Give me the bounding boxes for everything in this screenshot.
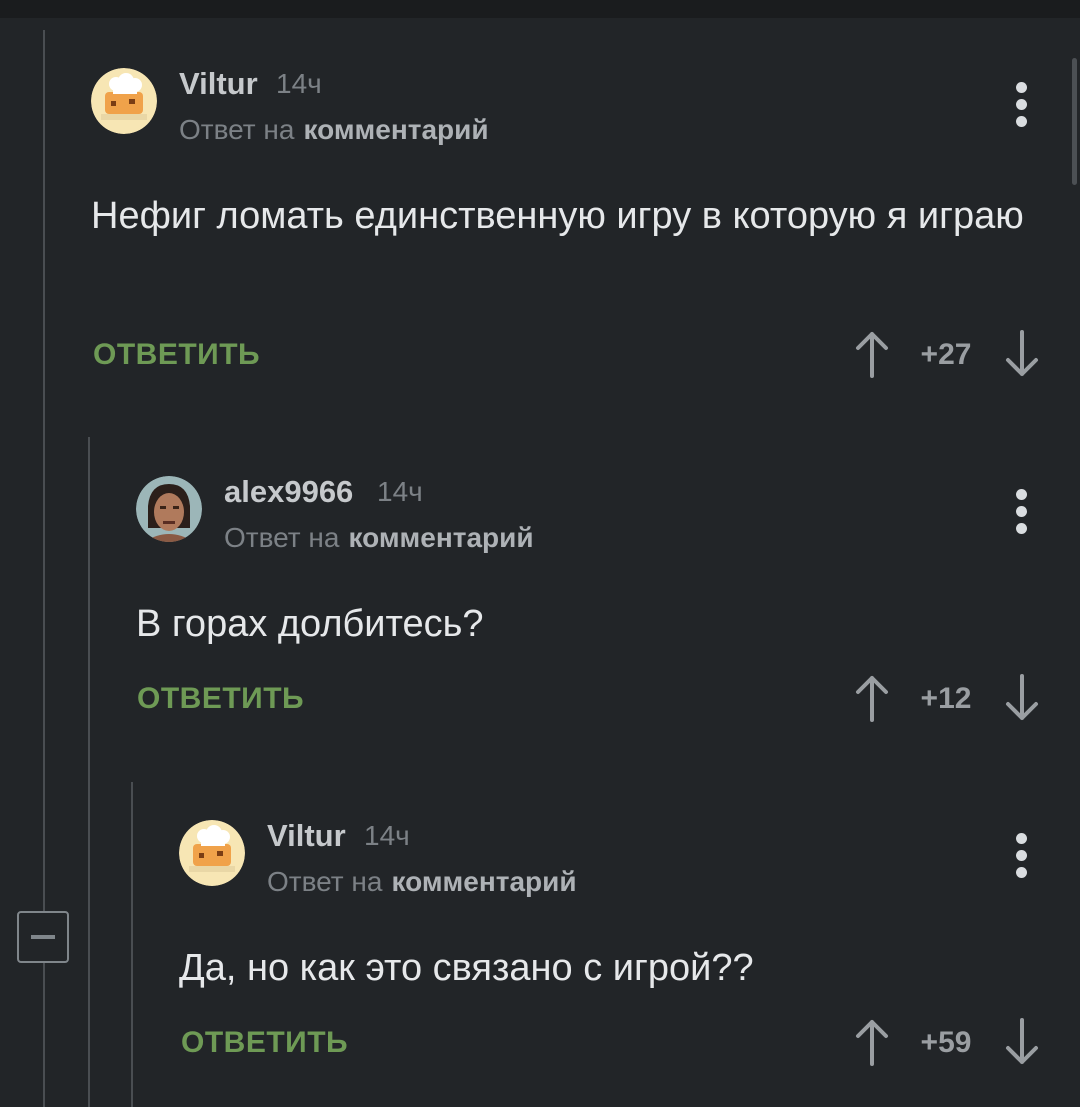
comment-score: +59 <box>920 1026 972 1059</box>
reply-button[interactable]: ОТВЕТИТЬ <box>93 338 260 372</box>
comment-text: В горах долбитесь? <box>136 603 484 645</box>
chef-avatar-icon <box>91 68 157 134</box>
comment-time: 14ч <box>276 68 322 99</box>
author-name[interactable]: Viltur <box>179 66 258 102</box>
reply-to-line: Ответ на комментарий <box>179 114 489 146</box>
avatar[interactable] <box>91 68 157 134</box>
avatar[interactable] <box>136 476 202 542</box>
arrow-up-icon <box>856 332 888 378</box>
comment-menu-button[interactable] <box>1008 483 1036 543</box>
comment-time: 14ч <box>364 820 410 851</box>
reply-to-prefix: Ответ на <box>224 522 340 553</box>
downvote-button[interactable] <box>1002 674 1042 722</box>
comment-text: Нефиг ломать единственную игру в которую… <box>91 195 1024 237</box>
user-photo-icon <box>136 476 202 542</box>
arrow-down-icon <box>1006 1018 1038 1064</box>
comment-score: +12 <box>920 682 972 715</box>
comment-menu-button[interactable] <box>1008 76 1036 136</box>
reply-to-link[interactable]: комментарий <box>303 114 488 145</box>
thread-line-level-2 <box>88 437 90 1107</box>
chef-avatar-icon <box>179 820 245 886</box>
avatar[interactable] <box>179 820 245 886</box>
reply-button[interactable]: ОТВЕТИТЬ <box>181 1026 348 1060</box>
author-name[interactable]: Viltur <box>267 818 346 854</box>
arrow-up-icon <box>856 676 888 722</box>
reply-to-prefix: Ответ на <box>179 114 295 145</box>
comment-menu-button[interactable] <box>1008 827 1036 887</box>
minus-square-icon <box>31 935 55 939</box>
arrow-down-icon <box>1006 674 1038 720</box>
collapse-thread-button[interactable] <box>17 911 69 963</box>
comment-time: 14ч <box>377 476 423 507</box>
author-name[interactable]: alex9966 <box>224 474 353 510</box>
upvote-button[interactable] <box>852 674 892 722</box>
reply-to-link[interactable]: комментарий <box>391 866 576 897</box>
reply-to-prefix: Ответ на <box>267 866 383 897</box>
downvote-button[interactable] <box>1002 1018 1042 1066</box>
arrow-down-icon <box>1006 330 1038 376</box>
top-bar <box>0 0 1080 18</box>
arrow-up-icon <box>856 1020 888 1066</box>
scrollbar[interactable] <box>1072 58 1077 185</box>
comment-text: Да, но как это связано с игрой?? <box>179 947 754 989</box>
comment-score: +27 <box>920 338 972 371</box>
reply-button[interactable]: ОТВЕТИТЬ <box>137 682 304 716</box>
reply-to-line: Ответ на комментарий <box>224 522 534 554</box>
downvote-button[interactable] <box>1002 330 1042 378</box>
upvote-button[interactable] <box>852 1018 892 1066</box>
reply-to-line: Ответ на комментарий <box>267 866 577 898</box>
thread-line-level-3 <box>131 782 133 1107</box>
upvote-button[interactable] <box>852 330 892 378</box>
reply-to-link[interactable]: комментарий <box>348 522 533 553</box>
